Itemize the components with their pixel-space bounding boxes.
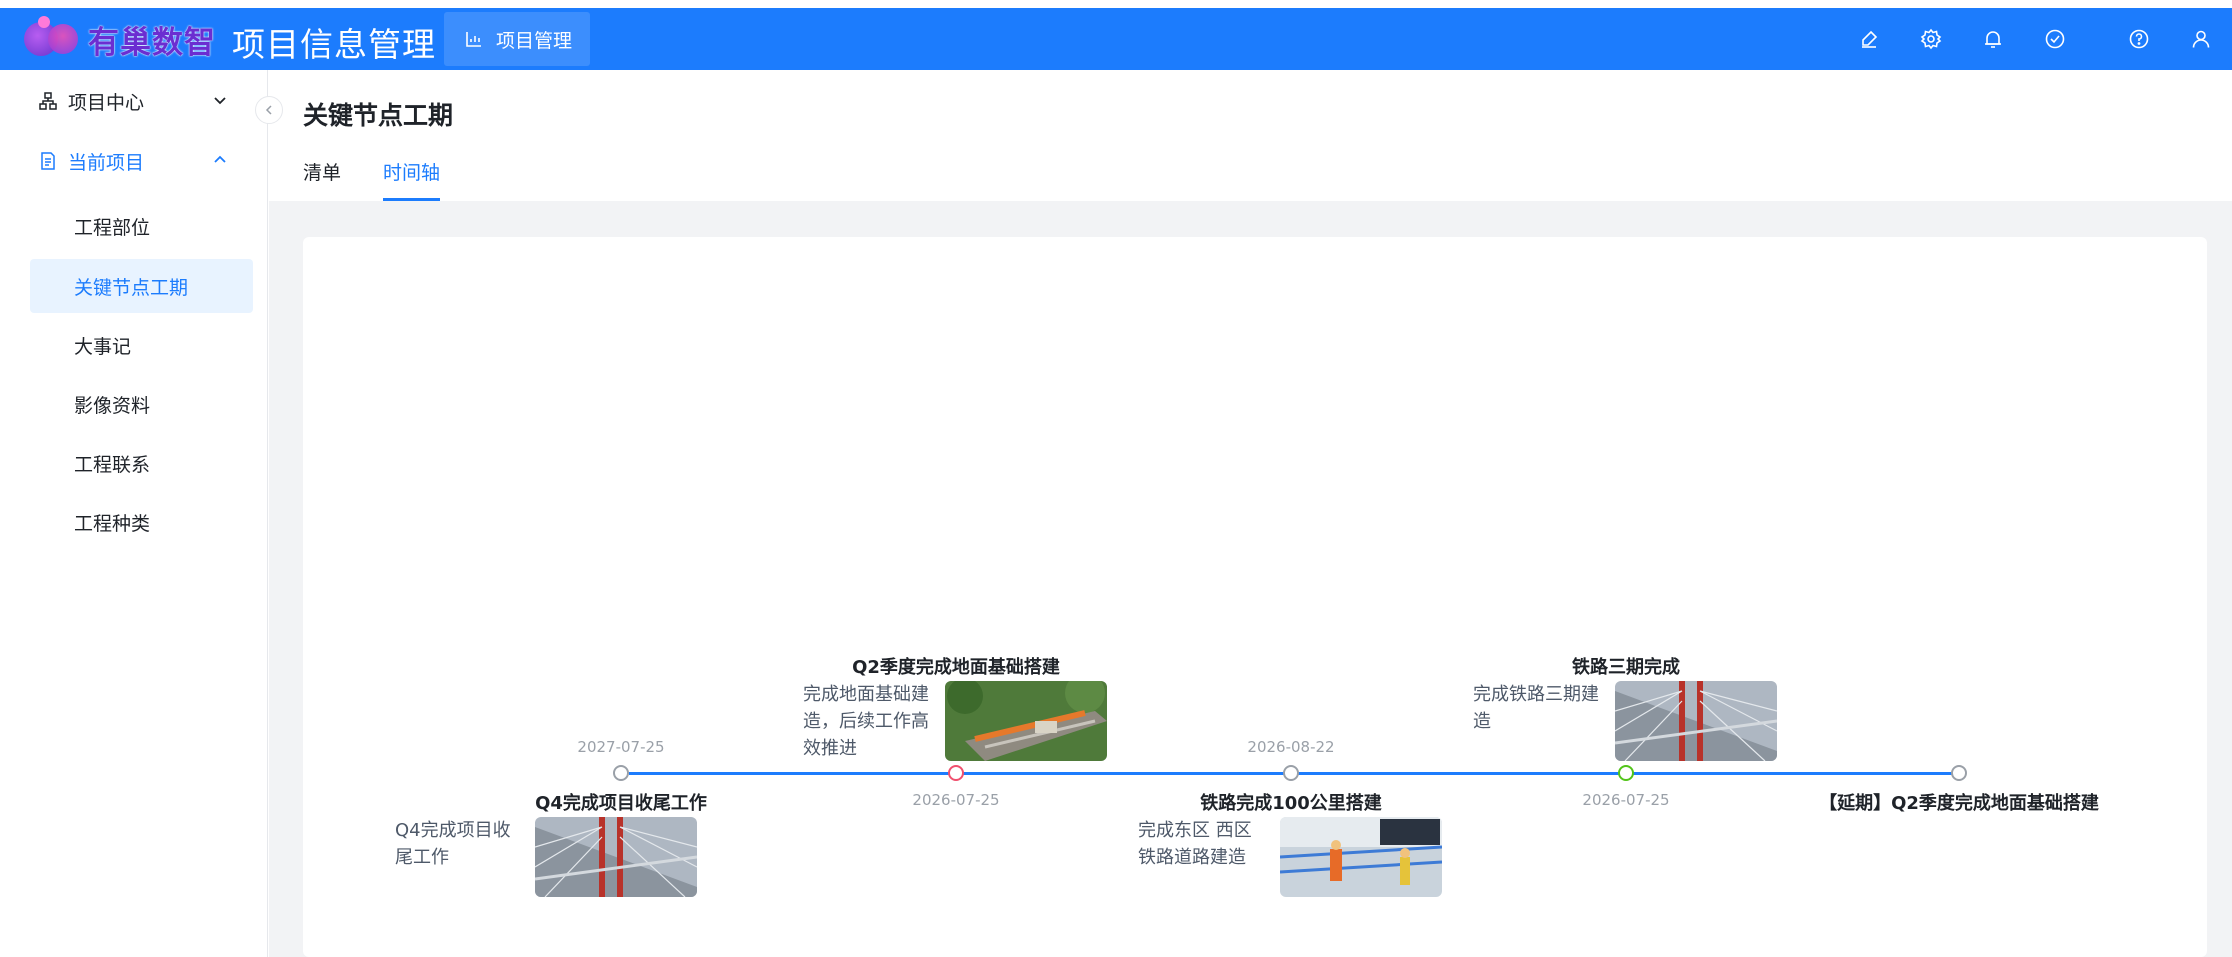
tab-list[interactable]: 清单: [303, 158, 341, 201]
aerial-construction-photo[interactable]: [945, 681, 1107, 761]
event-title: 铁路三期完成: [1572, 657, 1680, 678]
logo-mark: [20, 12, 84, 66]
sidebar-group-label: 当前项目: [68, 151, 145, 174]
sidebar-item-label: 工程联系: [74, 453, 151, 476]
sidebar-item-label: 工程部位: [74, 216, 151, 239]
timeline-node[interactable]: [948, 765, 964, 781]
event-date: 2026-07-25: [912, 791, 1000, 809]
sidebar-item-project-parts[interactable]: 工程部位: [30, 199, 253, 253]
sidebar-group-label: 项目中心: [68, 91, 145, 114]
top-bar: 有巢数智 项目信息管理 项目管理: [0, 8, 2232, 70]
workers-photo[interactable]: [1280, 817, 1442, 897]
gear-icon[interactable]: [1900, 8, 1962, 70]
event-title: 【延期】Q2季度完成地面基础搭建: [1819, 793, 2099, 814]
user-icon[interactable]: [2170, 8, 2232, 70]
document-icon: [41, 152, 55, 170]
sidebar-group-project-center[interactable]: 项目中心: [0, 72, 268, 130]
event-date: 2027-07-25: [577, 738, 665, 756]
bridge-photo[interactable]: [1615, 681, 1777, 761]
event-title: Q4完成项目收尾工作: [535, 793, 707, 814]
sidebar-item-contacts[interactable]: 工程联系: [30, 436, 253, 490]
event-date: 2026-07-25: [1582, 791, 1670, 809]
event-date: 2026-08-22: [1247, 738, 1335, 756]
chart-icon: [466, 32, 481, 47]
chevron-up-icon: [214, 155, 226, 163]
logo[interactable]: 有巢数智: [20, 12, 216, 66]
event-title: Q2季度完成地面基础搭建: [852, 657, 1060, 678]
bridge-photo[interactable]: [535, 817, 697, 897]
main-content: 关键节点工期 清单 时间轴 2027-07-25 Q4完成项目收尾工作 Q4完成…: [269, 70, 2232, 957]
page-header: 关键节点工期 清单 时间轴: [269, 70, 2232, 201]
timeline-node[interactable]: [613, 765, 629, 781]
sidebar-item-media[interactable]: 影像资料: [30, 377, 253, 431]
sidebar-item-major-events[interactable]: 大事记: [30, 318, 253, 372]
event-description: 完成铁路三期建造: [1473, 684, 1599, 732]
logo-text: 有巢数智: [88, 24, 216, 61]
project-management-button[interactable]: 项目管理: [444, 12, 590, 66]
check-circle-icon[interactable]: [2024, 8, 2086, 70]
sidebar-item-categories[interactable]: 工程种类: [30, 495, 253, 549]
org-chart-icon: [39, 92, 57, 110]
event-description: 完成地面基础建造，后续工作高效推进: [803, 684, 929, 759]
tab-timeline[interactable]: 时间轴: [383, 158, 441, 201]
event-description: 完成东区 西区铁路道路建造: [1138, 820, 1252, 868]
timeline-node[interactable]: [1618, 765, 1634, 781]
event-description: Q4完成项目收尾工作: [395, 820, 511, 868]
sidebar: 项目中心 当前项目 工程部位 关键节点工期 大事记 影像资料 工程联系 工程种类: [0, 70, 268, 957]
header-actions: [1838, 8, 2232, 70]
chevron-left-icon: [265, 105, 272, 115]
app-title: 项目信息管理: [232, 25, 436, 64]
help-icon[interactable]: [2108, 8, 2170, 70]
sidebar-collapse-button[interactable]: [255, 96, 283, 124]
brush-icon[interactable]: [1838, 8, 1900, 70]
sidebar-item-label: 大事记: [74, 335, 132, 358]
timeline-node[interactable]: [1951, 765, 1967, 781]
chevron-down-icon: [214, 97, 226, 105]
event-title: 铁路完成100公里搭建: [1200, 793, 1382, 814]
bell-icon[interactable]: [1962, 8, 2024, 70]
page-title: 关键节点工期: [303, 101, 454, 130]
sidebar-item-label: 影像资料: [74, 394, 151, 417]
sidebar-item-label: 工程种类: [74, 512, 151, 535]
sidebar-item-label: 关键节点工期: [74, 276, 189, 299]
timeline-card: 2027-07-25 Q4完成项目收尾工作 Q4完成项目收尾工作 2026-07…: [303, 237, 2207, 957]
sidebar-group-current-project[interactable]: 当前项目: [0, 132, 268, 190]
sidebar-item-key-milestones[interactable]: 关键节点工期: [30, 259, 253, 313]
timeline-node[interactable]: [1283, 765, 1299, 781]
menu-button-label: 项目管理: [496, 29, 573, 52]
